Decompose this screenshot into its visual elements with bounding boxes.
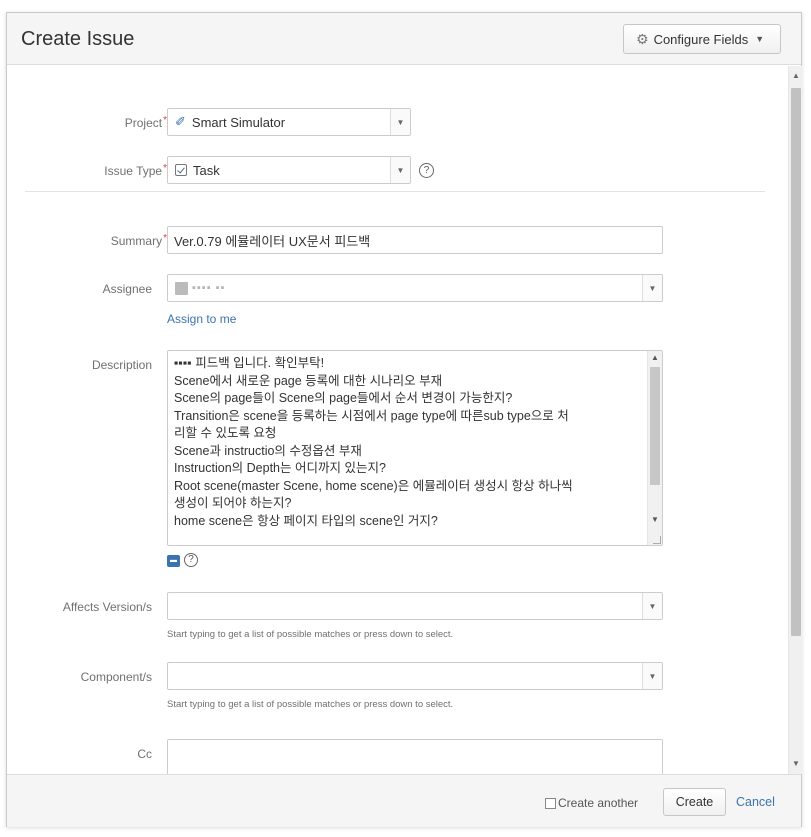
- components-label: Component/s: [80, 670, 152, 684]
- create-issue-dialog: Create Issue ⚙ Configure Fields ▼ Projec…: [6, 12, 802, 827]
- resize-grip-icon[interactable]: [653, 536, 661, 544]
- configure-fields-button[interactable]: ⚙ Configure Fields ▼: [623, 24, 781, 54]
- help-icon[interactable]: ?: [184, 553, 198, 567]
- scroll-down-icon[interactable]: ▼: [791, 758, 801, 770]
- dialog-title: Create Issue: [21, 28, 135, 50]
- description-line: ▪▪▪▪ 피드백 입니다. 확인부탁!: [174, 356, 325, 370]
- project-label: Project*: [124, 115, 167, 130]
- chevron-down-icon[interactable]: ▼: [642, 663, 662, 689]
- wiki-markup-icon[interactable]: ▬: [167, 555, 180, 567]
- scroll-down-icon[interactable]: ▼: [650, 515, 660, 524]
- avatar: [175, 281, 188, 295]
- components-select[interactable]: ▼: [167, 662, 663, 690]
- chevron-down-icon[interactable]: ▼: [642, 275, 662, 301]
- description-line: 생성이 되어야 하는지?: [174, 496, 292, 510]
- description-line: 리할 수 있도록 요청: [174, 426, 277, 440]
- description-line: Scene에서 새로운 page 등록에 대한 시나리오 부재: [174, 373, 443, 388]
- dialog-body[interactable]: Project* ✐ Smart Simulator ▼ Issue Type*…: [7, 66, 803, 774]
- chevron-down-icon[interactable]: ▼: [390, 109, 410, 135]
- cancel-link[interactable]: Cancel: [736, 795, 775, 809]
- description-content: ▪▪▪▪ 피드백 입니다. 확인부탁! Scene에서 새로운 page 등록에…: [174, 355, 644, 530]
- create-another-label: Create another: [558, 796, 639, 810]
- task-icon: [175, 164, 187, 176]
- summary-input[interactable]: Ver.0.79 에뮬레이터 UX문서 피드백: [167, 226, 663, 254]
- summary-label: Summary*: [110, 233, 167, 248]
- issue-type-label: Issue Type*: [104, 163, 167, 178]
- description-line: Instruction의 Depth는 어디까지 있는지?: [174, 461, 386, 475]
- create-another-checkbox[interactable]: Create another: [545, 796, 638, 810]
- dialog-header: Create Issue ⚙ Configure Fields ▼: [7, 13, 801, 65]
- description-scrollbar[interactable]: ▲ ▼: [647, 351, 662, 545]
- divider: [25, 191, 765, 192]
- description-line: Scene과 instructio의 수정옵션 부재: [174, 443, 362, 458]
- affects-version-label: Affects Version/s: [62, 600, 152, 614]
- scroll-up-icon[interactable]: ▲: [650, 353, 660, 362]
- configure-fields-label: Configure Fields: [653, 31, 749, 47]
- cc-label: Cc: [137, 747, 152, 761]
- gear-icon: ⚙: [636, 30, 649, 47]
- checkbox-box[interactable]: [545, 797, 556, 809]
- description-line: Root scene(master Scene, home scene)은 에뮬…: [174, 478, 573, 493]
- issue-type-select[interactable]: Task ▼: [167, 156, 411, 184]
- scroll-thumb[interactable]: [650, 367, 660, 485]
- description-line: Scene의 page들이 Scene의 page들에서 순서 변경이 가능한지…: [174, 391, 513, 405]
- chevron-down-icon[interactable]: ▼: [390, 157, 410, 183]
- project-select[interactable]: ✐ Smart Simulator ▼: [167, 108, 411, 136]
- assign-to-me-link[interactable]: Assign to me: [167, 312, 236, 326]
- chevron-down-icon[interactable]: ▼: [642, 593, 662, 619]
- project-value: Smart Simulator: [191, 114, 286, 130]
- project-icon: ✐: [175, 114, 186, 129]
- issue-type-value: Task: [193, 162, 220, 178]
- summary-value: Ver.0.79 에뮬레이터 UX문서 피드백: [174, 233, 371, 249]
- components-hint: Start typing to get a list of possible m…: [167, 699, 454, 710]
- cc-input[interactable]: [167, 739, 663, 774]
- create-button[interactable]: Create: [663, 788, 726, 816]
- chevron-down-icon: ▼: [755, 34, 765, 44]
- help-icon[interactable]: ?: [419, 163, 434, 178]
- scroll-up-icon[interactable]: ▲: [791, 70, 801, 82]
- dialog-footer: Create another Create Cancel: [7, 774, 801, 827]
- affects-version-hint: Start typing to get a list of possible m…: [167, 629, 454, 640]
- description-textarea[interactable]: ▪▪▪▪ 피드백 입니다. 확인부탁! Scene에서 새로운 page 등록에…: [167, 350, 663, 546]
- scroll-thumb[interactable]: [791, 88, 801, 636]
- assignee-select[interactable]: ▪▪▪▪ ▪▪ ▼: [167, 274, 663, 302]
- dialog-scrollbar[interactable]: ▲ ▼: [788, 66, 802, 774]
- description-line: home scene은 항상 페이지 타입의 scene인 거지?: [174, 513, 438, 528]
- affects-version-select[interactable]: ▼: [167, 592, 663, 620]
- assignee-label: Assignee: [102, 282, 152, 296]
- assignee-value: ▪▪▪▪ ▪▪: [192, 282, 226, 294]
- description-line: Transition은 scene을 등록하는 시점에서 page type에 …: [174, 408, 569, 423]
- description-label: Description: [91, 358, 152, 372]
